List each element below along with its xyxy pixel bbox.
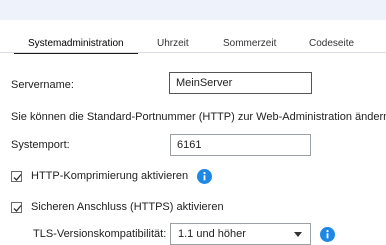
https-label: Sicheren Anschluss (HTTPS) aktivieren: [31, 201, 224, 213]
tab-uhrzeit[interactable]: Uhrzeit: [157, 38, 189, 49]
check-icon: [13, 174, 22, 181]
chevron-down-icon: [294, 232, 302, 237]
systemport-label: Systemport:: [11, 139, 70, 151]
tls-selected-value: 1.1 und höher: [178, 228, 246, 240]
tab-codeseite[interactable]: Codeseite: [309, 38, 354, 49]
system-settings-panel: Systemadministration Uhrzeit Sommerzeit …: [0, 0, 386, 245]
servername-label: Servername:: [11, 79, 74, 91]
http-compression-checkbox[interactable]: [11, 171, 22, 182]
info-circle-icon[interactable]: [197, 169, 212, 184]
check-icon: [13, 205, 22, 212]
tab-divider: [0, 52, 386, 53]
tls-version-select[interactable]: 1.1 und höher: [170, 223, 311, 245]
port-info-text: Sie können die Standard-Portnummer (HTTP…: [11, 111, 386, 123]
info-circle-icon[interactable]: [320, 227, 335, 242]
https-checkbox[interactable]: [11, 202, 22, 213]
servername-input[interactable]: MeinServer: [169, 72, 312, 94]
tab-systemadministration[interactable]: Systemadministration: [28, 38, 124, 49]
tls-label: TLS-Versionskompatibilität:: [33, 228, 167, 240]
tab-sommerzeit[interactable]: Sommerzeit: [223, 38, 276, 49]
http-compression-label: HTTP-Komprimierung aktivieren: [31, 170, 189, 182]
systemport-input[interactable]: 6161: [170, 134, 311, 156]
tab-bar: Systemadministration Uhrzeit Sommerzeit …: [14, 38, 386, 54]
top-band: [0, 0, 386, 20]
